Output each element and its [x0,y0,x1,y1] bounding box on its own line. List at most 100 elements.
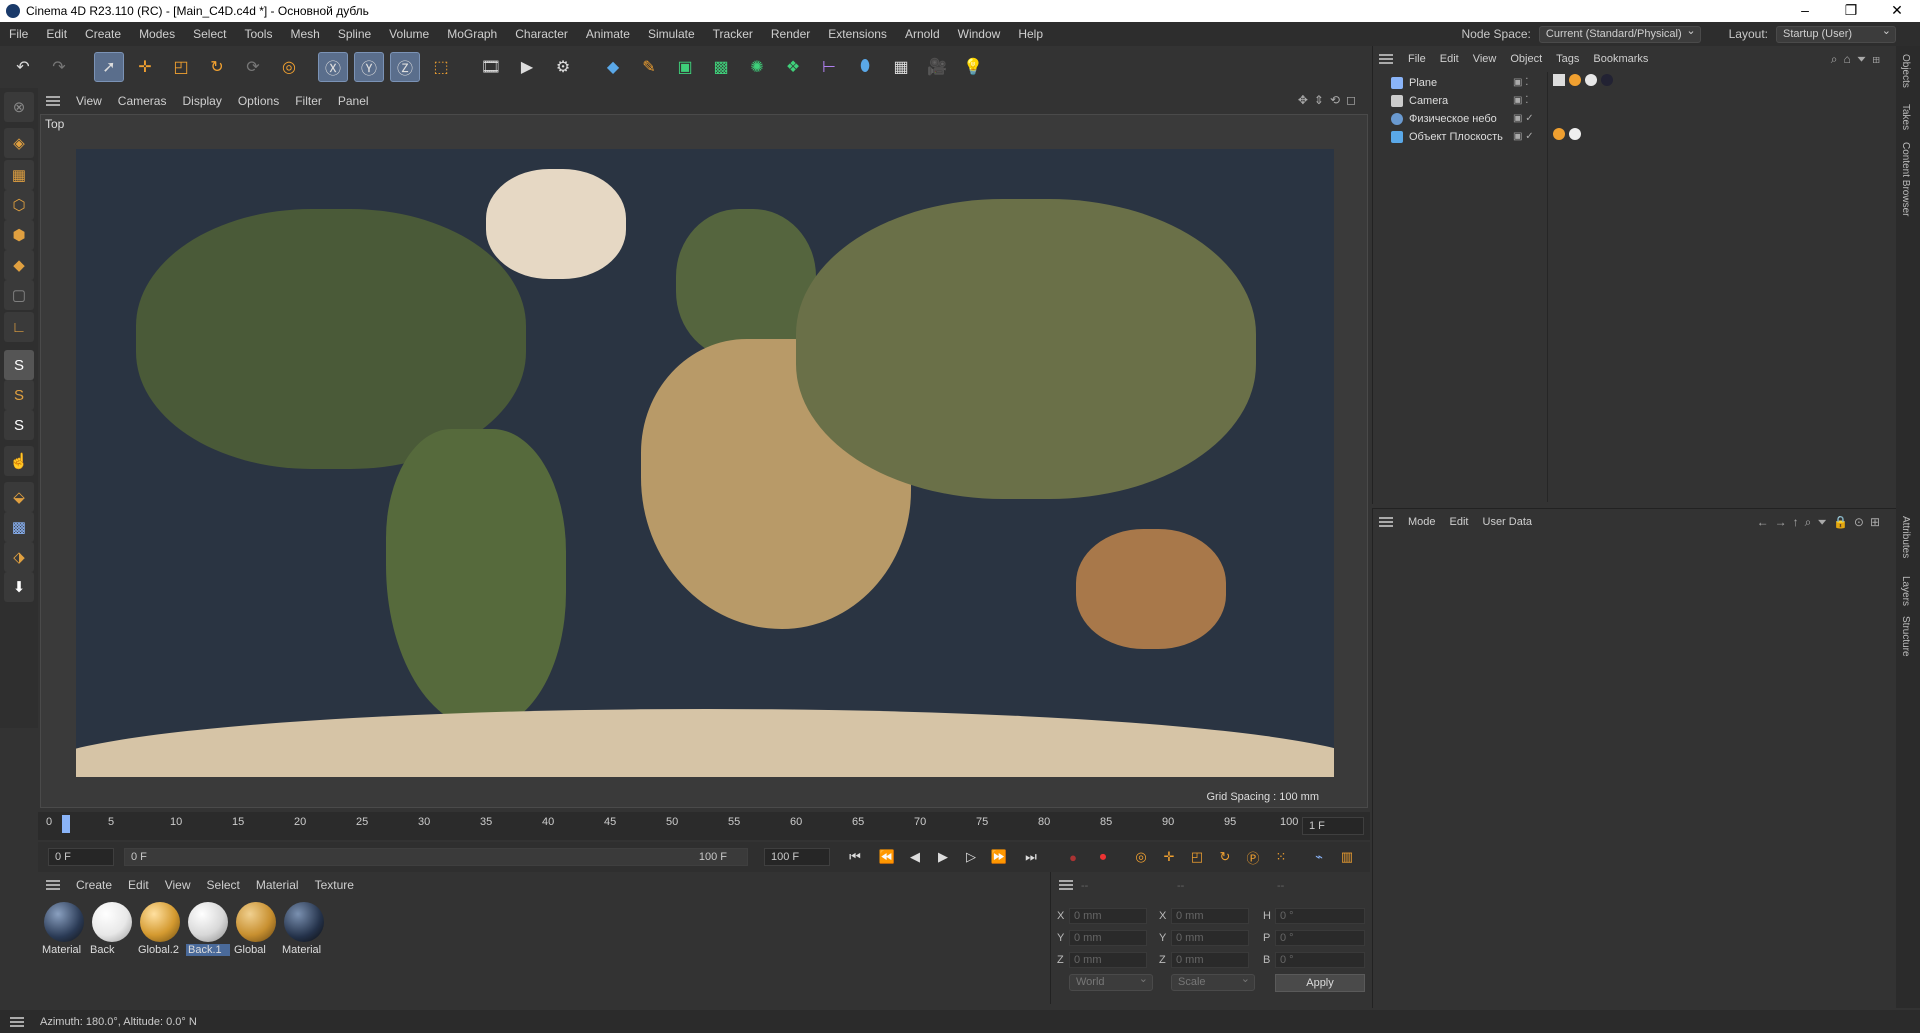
object-menu-edit[interactable]: Edit [1433,53,1466,65]
phong-tag-icon[interactable] [1553,128,1565,140]
points-mode-icon[interactable]: ⬡ [4,190,34,220]
material-swatch[interactable]: Global [234,902,278,962]
menu-modes[interactable]: Modes [130,22,184,46]
node-space-dropdown[interactable]: Current (Standard/Physical) [1538,24,1701,43]
start-frame-field[interactable]: 0 F [48,848,114,866]
parameter-key-icon[interactable]: Ⓟ [1242,847,1264,867]
pen-icon[interactable]: ✎ [634,52,664,82]
phong-tag-icon[interactable] [1569,74,1581,86]
quantize-icon[interactable]: S [4,410,34,440]
end-frame-field[interactable]: 100 F [764,848,830,866]
attribute-nav-icons[interactable]: ←→↑⌕⏷🔒⊙⊞ [1757,515,1886,530]
menu-render[interactable]: Render [762,22,819,46]
material-menu-icon[interactable] [46,880,60,890]
size-mode-dropdown[interactable]: Scale [1171,972,1255,991]
object-menu-object[interactable]: Object [1503,53,1549,65]
attribute-menu-user-data[interactable]: User Data [1476,516,1540,528]
light-icon[interactable]: 💡 [958,52,988,82]
playhead[interactable] [62,815,70,833]
material-swatch[interactable]: Material [282,902,326,962]
menu-select[interactable]: Select [184,22,235,46]
status-menu-icon[interactable] [10,1016,24,1027]
next-key-icon[interactable]: ⏩ [988,847,1010,867]
size-y-field[interactable]: 0 mm [1171,930,1249,946]
layout-dropdown[interactable]: Startup (User) [1776,24,1896,43]
attribute-menu-mode[interactable]: Mode [1401,516,1443,528]
menu-edit[interactable]: Edit [37,22,76,46]
attribute-menu-icon[interactable] [1379,517,1393,527]
menu-mograph[interactable]: MoGraph [438,22,506,46]
previous-key-icon[interactable]: ⏪ [876,847,898,867]
field-icon[interactable]: ⬮ [850,52,880,82]
keyframe-selection-icon[interactable]: ◎ [1130,847,1152,867]
object-row-plane-object[interactable]: Объект Плоскость [1391,128,1503,146]
close-button[interactable]: ✕ [1874,0,1920,22]
snap-settings-icon[interactable]: S [4,380,34,410]
menu-spline[interactable]: Spline [329,22,380,46]
viewport-menu-panel[interactable]: Panel [330,94,377,108]
object-menu-view[interactable]: View [1466,53,1504,65]
tab-structure[interactable]: Structure [1900,616,1911,657]
size-x-field[interactable]: 0 mm [1171,908,1249,924]
material-tag-icon[interactable] [1585,74,1597,86]
rotation-key-icon[interactable]: ↻ [1214,847,1236,867]
timeline[interactable]: 0 5 10 15 20 25 30 35 40 45 50 55 60 65 … [38,812,1370,840]
object-row-sky[interactable]: Физическое небо [1391,110,1497,128]
menu-character[interactable]: Character [506,22,577,46]
autokey-icon[interactable]: ⏺ [1092,847,1114,867]
minimize-button[interactable]: – [1782,0,1828,22]
deformer-icon[interactable]: ⊢ [814,52,844,82]
frame-range-slider[interactable]: 0 F 100 F [124,848,748,866]
z-axis-icon[interactable]: Ⓩ [390,52,420,82]
mograph-icon[interactable]: ❖ [778,52,808,82]
move-tool-icon[interactable]: ✛ [130,52,160,82]
menu-arnold[interactable]: Arnold [896,22,949,46]
viewport-nav-icons[interactable]: ✥⇕⟲◻ [1298,93,1362,107]
menu-mesh[interactable]: Mesh [281,22,328,46]
rotate-tool-icon[interactable]: ↻ [202,52,232,82]
coord-menu-icon[interactable] [1059,880,1073,890]
tweak-icon[interactable]: ☝ [4,446,34,476]
object-row-camera[interactable]: Camera [1391,92,1448,110]
rot-h-field[interactable]: 0 ° [1275,908,1365,924]
pos-z-field[interactable]: 0 mm [1069,952,1147,968]
tab-objects[interactable]: Objects [1900,54,1911,88]
timeline-window-icon[interactable]: ▥ [1336,847,1358,867]
x-axis-icon[interactable]: Ⓧ [318,52,348,82]
model-mode-icon[interactable]: ◈ [4,128,34,158]
material-swatch[interactable]: Back [90,902,134,962]
menu-tools[interactable]: Tools [235,22,281,46]
viewport-menu-view[interactable]: View [68,94,110,108]
menu-help[interactable]: Help [1009,22,1052,46]
recent-tools-icon[interactable]: ◎ [274,52,304,82]
material-menu-texture[interactable]: Texture [307,878,362,892]
apply-button[interactable]: Apply [1275,974,1365,992]
floor-snap-icon[interactable]: ⬇ [4,572,34,602]
menu-tracker[interactable]: Tracker [704,22,762,46]
attribute-menu-edit[interactable]: Edit [1443,516,1476,528]
cloner-icon[interactable]: ✺ [742,52,772,82]
render-view-icon[interactable]: 🎞 [476,52,506,82]
scale-tool-icon[interactable]: ◰ [166,52,196,82]
go-to-start-icon[interactable]: ⏮ [844,847,866,867]
select-tool-icon[interactable]: ➚ [94,52,124,82]
point-level-icon[interactable]: ⁙ [1270,847,1292,867]
next-frame-icon[interactable]: ▷ [960,847,982,867]
menu-simulate[interactable]: Simulate [639,22,704,46]
pos-y-field[interactable]: 0 mm [1069,930,1147,946]
material-menu-create[interactable]: Create [68,878,120,892]
position-key-icon[interactable]: ✛ [1158,847,1180,867]
floor-icon[interactable]: ▦ [886,52,916,82]
menu-file[interactable]: File [0,22,37,46]
tab-attributes[interactable]: Attributes [1900,516,1911,558]
lock-workplane-icon[interactable]: ⬗ [4,542,34,572]
undo-icon[interactable]: ↶ [8,52,38,82]
visibility-toggles[interactable]: ▣ ⁚ ▣ ⁚ ▣ ✓ ▣ ✓ [1513,74,1534,146]
edges-mode-icon[interactable]: ⬢ [4,220,34,250]
coordinate-system-icon[interactable]: ⬚ [426,52,456,82]
size-z-field[interactable]: 0 mm [1171,952,1249,968]
polygons-mode-icon[interactable]: ◆ [4,250,34,280]
object-row-plane[interactable]: Plane [1391,74,1437,92]
go-to-end-icon[interactable]: ⏭ [1020,847,1042,867]
viewport-menu-cameras[interactable]: Cameras [110,94,175,108]
